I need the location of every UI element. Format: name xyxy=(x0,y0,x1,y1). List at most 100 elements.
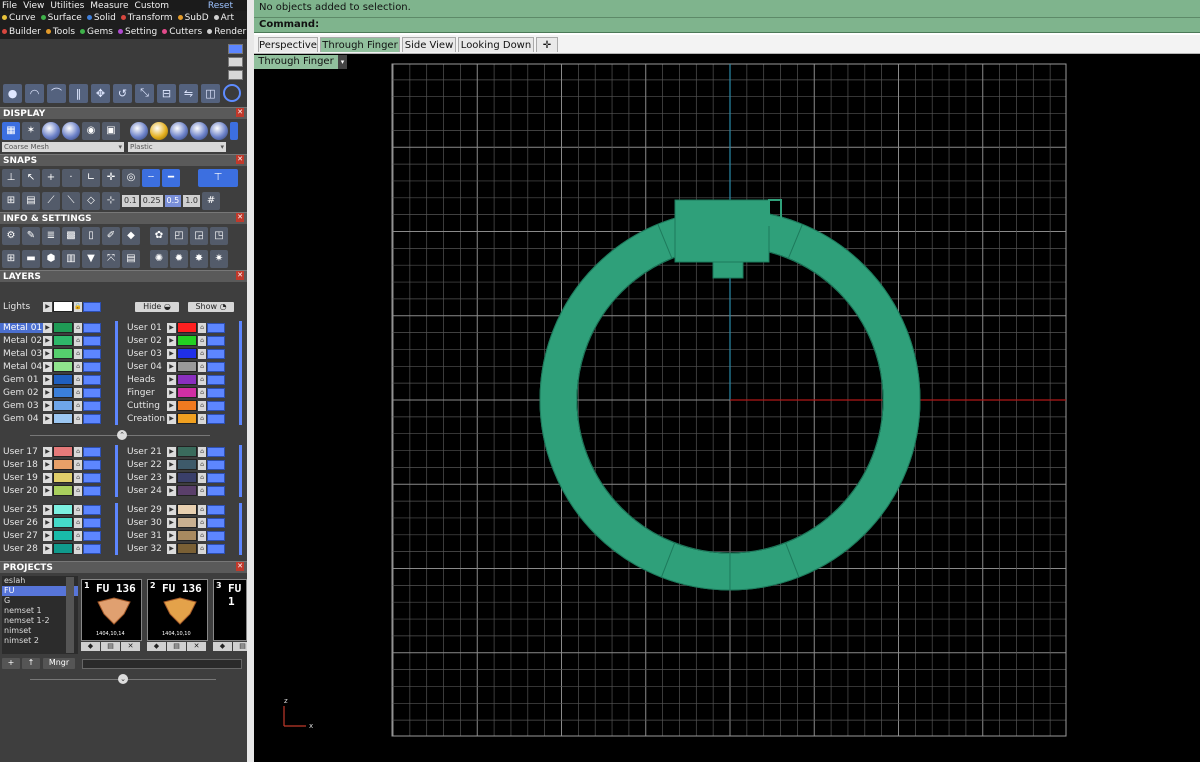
layer-expand-icon[interactable]: ▶ xyxy=(43,414,52,424)
snap-point-icon[interactable]: + xyxy=(42,169,60,187)
snap-value-button[interactable]: 0.25 xyxy=(141,195,163,207)
lock-icon[interactable]: ⌂ xyxy=(198,505,206,515)
layer-color-swatch[interactable] xyxy=(53,387,73,398)
layer-group-bar[interactable] xyxy=(239,503,242,555)
layer-row[interactable]: User 26▶⌂ xyxy=(0,516,101,529)
render-a-icon[interactable]: ✺ xyxy=(150,250,168,268)
lock-icon[interactable]: ⌂ xyxy=(74,460,82,470)
layer-row[interactable]: Creation▶⌂ xyxy=(124,412,225,425)
cube-icon[interactable]: ◆ xyxy=(122,227,140,245)
layer-row[interactable]: User 32▶⌂ xyxy=(124,542,225,555)
layer-expand-icon[interactable]: ▶ xyxy=(167,336,176,346)
layer-visibility-toggle[interactable] xyxy=(83,323,101,333)
material-ball-icon[interactable] xyxy=(210,122,228,140)
panel-toggle-button[interactable] xyxy=(228,57,243,67)
layer-expand-icon[interactable]: ▶ xyxy=(167,401,176,411)
layer-color-swatch[interactable] xyxy=(177,387,197,398)
ghosted-icon[interactable]: ✶ xyxy=(22,122,40,140)
layer-expand-icon[interactable]: ▶ xyxy=(43,460,52,470)
snap-near-icon[interactable]: ↖ xyxy=(22,169,40,187)
layer-row[interactable]: User 25▶⌂ xyxy=(0,503,101,516)
layer-expand-icon[interactable]: ▶ xyxy=(167,349,176,359)
layer-color-swatch[interactable] xyxy=(53,400,73,411)
lock-icon[interactable]: ⌂ xyxy=(74,447,82,457)
layer-color-swatch[interactable] xyxy=(177,413,197,424)
tool-d-icon[interactable]: ◳ xyxy=(210,227,228,245)
project-thumbnail[interactable]: 2FU 1361404,10,10 xyxy=(147,579,208,641)
layer-visibility-toggle[interactable] xyxy=(83,460,101,470)
lock-icon[interactable]: ⌂ xyxy=(198,473,206,483)
viewport-label[interactable]: Through Finger xyxy=(254,55,338,69)
layer-expand-icon[interactable]: ▶ xyxy=(167,375,176,385)
layer-color-swatch[interactable] xyxy=(53,504,73,515)
reset-button[interactable]: Reset xyxy=(208,1,233,11)
layer-row[interactable]: User 02▶⌂ xyxy=(124,334,225,347)
layer-row[interactable]: User 31▶⌂ xyxy=(124,529,225,542)
lock-icon[interactable]: 🔒 xyxy=(74,302,82,312)
lock-icon[interactable]: ⌂ xyxy=(74,473,82,483)
layer-color-swatch[interactable] xyxy=(177,517,197,528)
layer-row[interactable]: User 24▶⌂ xyxy=(124,484,225,497)
layer-color-swatch[interactable] xyxy=(177,543,197,554)
lock-icon[interactable]: ⌂ xyxy=(74,375,82,385)
add-project-button[interactable]: + xyxy=(2,658,20,669)
section-projects[interactable]: PROJECTS✕ xyxy=(0,561,247,573)
layer-visibility-toggle[interactable] xyxy=(207,336,225,346)
layer-row[interactable]: User 28▶⌂ xyxy=(0,542,101,555)
axis-icon[interactable]: ⊹ xyxy=(102,192,120,210)
layer-expand-icon[interactable]: ▶ xyxy=(167,518,176,528)
layer-expand-icon[interactable]: ▶ xyxy=(43,401,52,411)
panel-splitter[interactable] xyxy=(247,0,254,762)
layer-expand-icon[interactable]: ▶ xyxy=(43,302,52,312)
lock-icon[interactable]: ⌂ xyxy=(198,460,206,470)
move-up-button[interactable]: ↑ xyxy=(22,658,40,669)
material-ball-icon[interactable] xyxy=(130,122,148,140)
layer-expand-icon[interactable]: ▶ xyxy=(43,323,52,333)
close-icon[interactable]: ✕ xyxy=(236,562,244,571)
section-info-settings[interactable]: INFO & SETTINGS✕ xyxy=(0,212,247,224)
lock-icon[interactable]: ⌂ xyxy=(198,531,206,541)
layer-row[interactable]: User 23▶⌂ xyxy=(124,471,225,484)
layer-group-bar[interactable] xyxy=(115,445,118,497)
layers-info-icon[interactable]: ≣ xyxy=(42,227,60,245)
menu-item[interactable]: Utilities xyxy=(50,1,84,11)
layer-row[interactable]: User 18▶⌂ xyxy=(0,458,101,471)
list-icon[interactable]: ▤ xyxy=(122,250,140,268)
open-icon[interactable]: ◆ xyxy=(81,642,100,651)
menu-item[interactable]: Custom xyxy=(135,1,169,11)
layer-color-swatch[interactable] xyxy=(53,361,73,372)
ribbon-tab[interactable]: Tools xyxy=(46,27,75,37)
layer-color-swatch[interactable] xyxy=(177,485,197,496)
lock-icon[interactable]: ⌂ xyxy=(198,486,206,496)
delete-icon[interactable]: ✕ xyxy=(121,642,140,651)
snap-toggle-button[interactable]: ⊤ xyxy=(198,169,238,187)
minus-icon[interactable]: ▬ xyxy=(22,250,40,268)
layer-visibility-toggle[interactable] xyxy=(207,518,225,528)
layer-expand-icon[interactable]: ▶ xyxy=(43,505,52,515)
layer-visibility-toggle[interactable] xyxy=(83,414,101,424)
layer-visibility-toggle[interactable] xyxy=(83,531,101,541)
layer-group-bar[interactable] xyxy=(239,373,242,425)
layer-color-swatch[interactable] xyxy=(53,459,73,470)
layer-visibility-toggle[interactable] xyxy=(207,544,225,554)
ribbon-tab[interactable]: Builder xyxy=(2,27,41,37)
ruler-icon[interactable]: ⟋ xyxy=(42,192,60,210)
lock-icon[interactable]: ⌂ xyxy=(74,362,82,372)
layer-color-swatch[interactable] xyxy=(53,335,73,346)
material-select[interactable]: Plastic xyxy=(128,142,226,152)
ribbon-tab[interactable]: Setting xyxy=(118,27,157,37)
tool-b-icon[interactable]: ◰ xyxy=(170,227,188,245)
layer-color-swatch[interactable] xyxy=(177,446,197,457)
lock-icon[interactable]: ⌂ xyxy=(198,349,206,359)
curve-arc-icon[interactable]: ◠ xyxy=(25,84,44,103)
wrench-icon[interactable]: ✎ xyxy=(22,227,40,245)
menu-item[interactable]: View xyxy=(23,1,44,11)
align-icon[interactable]: ⊟ xyxy=(157,84,176,103)
layer-visibility-toggle[interactable] xyxy=(207,447,225,457)
gold-material-icon[interactable] xyxy=(150,122,168,140)
layer-visibility-toggle[interactable] xyxy=(83,388,101,398)
section-display[interactable]: DISPLAY✕ xyxy=(0,107,247,119)
layer-row[interactable]: Cutting▶⌂ xyxy=(124,399,225,412)
layer-expand-icon[interactable]: ▶ xyxy=(167,323,176,333)
grid-toggle-icon[interactable]: # xyxy=(202,192,220,210)
